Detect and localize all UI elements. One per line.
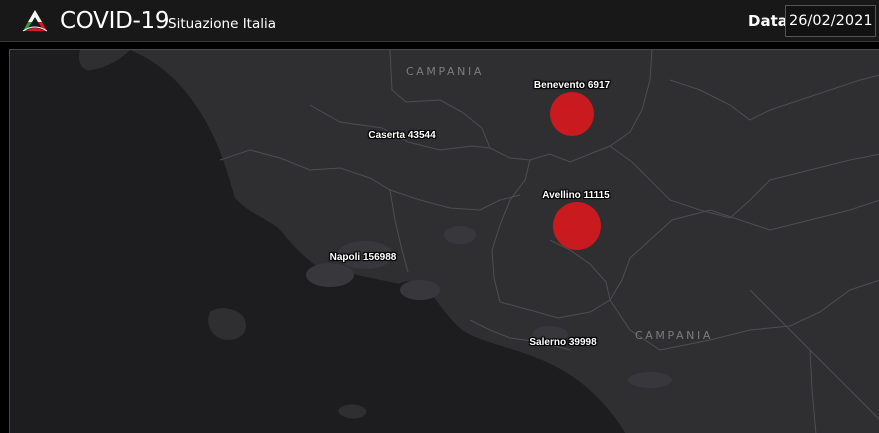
date-picker-input[interactable]: 26/02/2021: [785, 5, 876, 37]
region-label: CAMPANIA: [635, 329, 713, 342]
city-label-caserta: Caserta 43544: [368, 130, 436, 141]
city-label-avellino: Avellino 11115: [542, 190, 610, 201]
region-label: CAMPANIA: [406, 65, 484, 78]
protezione-civile-logo-icon: [22, 10, 48, 32]
date-label: Data: [748, 12, 788, 30]
city-label-salerno: Salerno 39998: [529, 337, 597, 348]
app-title: COVID-19: [60, 8, 170, 34]
city-label-benevento: Benevento 6917: [533, 80, 611, 91]
map-view[interactable]: CAMPANIA CAMPANIA Benevento 6917 Caserta…: [9, 49, 879, 433]
benevento-case-marker[interactable]: [550, 92, 594, 136]
app-header: COVID-19 Situazione Italia Data 26/02/20…: [0, 0, 879, 42]
avellino-case-marker[interactable]: [553, 202, 601, 250]
city-label-napoli: Napoli 156988: [329, 252, 397, 263]
app-subtitle: Situazione Italia: [168, 16, 277, 32]
basemap: [10, 50, 879, 433]
